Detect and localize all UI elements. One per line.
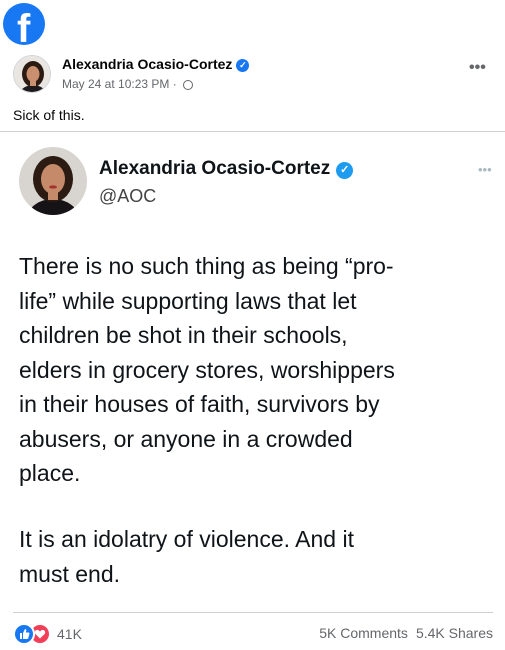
author-name-text[interactable]: Alexandria Ocasio-Cortez	[62, 56, 232, 72]
tweet-more-options-icon: •••	[478, 162, 492, 177]
post-header: Alexandria Ocasio-Cortez ✓ May 24 at 10:2…	[13, 53, 493, 97]
more-options-icon[interactable]: •••	[469, 60, 486, 76]
post-meta: May 24 at 10:23 PM ·	[62, 77, 194, 91]
tweet-avatar	[19, 147, 87, 215]
tweet-author-name-text: Alexandria Ocasio-Cortez	[99, 158, 331, 179]
verified-badge-icon: ✓	[236, 59, 250, 72]
tweet-handle: @AOC	[99, 186, 157, 206]
divider	[13, 612, 493, 613]
post-timestamp[interactable]: May 24 at 10:23 PM	[62, 77, 169, 91]
verified-badge-icon: ✓	[336, 162, 354, 179]
reaction-count[interactable]: 41K	[57, 626, 82, 642]
facebook-logo-glyph: f	[17, 7, 31, 45]
post-footer: 41K 5K Comments 5.4K Shares	[13, 620, 493, 646]
like-reaction-icon	[13, 623, 35, 645]
globe-icon	[183, 80, 194, 90]
meta-separator: ·	[172, 77, 177, 91]
avatar[interactable]	[13, 55, 51, 93]
comments-count[interactable]: 5K Comments	[319, 625, 408, 641]
author-name[interactable]: Alexandria Ocasio-Cortez ✓	[62, 56, 250, 72]
tweet-image[interactable]: Alexandria Ocasio-Cortez ✓ @AOC ••• There…	[0, 132, 505, 610]
post-caption: Sick of this.	[13, 107, 85, 123]
tweet-text: There is no such thing as being “pro- li…	[19, 253, 395, 486]
shares-count[interactable]: 5.4K Shares	[416, 625, 493, 641]
facebook-logo-icon[interactable]: f	[3, 3, 45, 45]
tweet-text-closing: It is an idolatry of violence. And it mu…	[19, 526, 354, 587]
tweet-author-name: Alexandria Ocasio-Cortez ✓	[99, 158, 354, 180]
engagement-stats: 5K Comments 5.4K Shares	[319, 625, 493, 641]
reactions-summary[interactable]: 41K	[13, 623, 82, 645]
